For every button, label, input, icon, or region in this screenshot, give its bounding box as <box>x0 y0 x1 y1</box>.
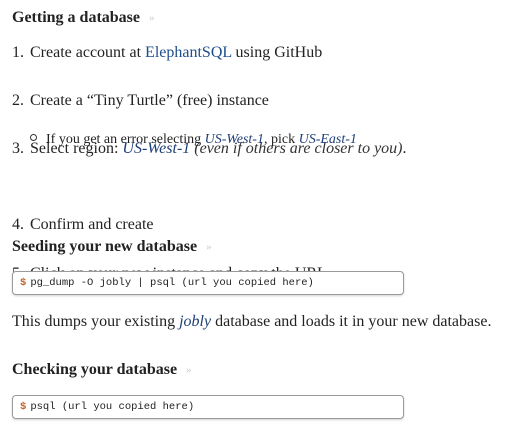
shell-prompt: $ <box>20 277 27 289</box>
step-number: 1. <box>12 44 24 61</box>
seeding-description: This dumps your existing jobly database … <box>12 312 491 332</box>
para-prefix: This dumps your existing <box>12 313 180 330</box>
code-command: pg_dump -O jobly | psql (url you copied … <box>30 277 314 289</box>
para-suffix: database and loads it in your new databa… <box>211 313 492 330</box>
section-anchor-link[interactable]: » <box>186 364 192 376</box>
region-name: US-East-1 <box>298 132 357 147</box>
code-block-pg-dump[interactable]: $ pg_dump -O jobly | psql (url you copied… <box>12 271 404 295</box>
circle-bullet-icon <box>30 134 37 141</box>
heading-text: Getting a database <box>12 9 140 26</box>
step-text-suffix: using GitHub <box>231 44 323 61</box>
step-number: 4. <box>12 216 24 233</box>
heading-getting-a-database: Getting a database » <box>12 9 155 27</box>
step-text: Create a “Tiny Turtle” (free) instance <box>30 92 269 109</box>
step-item-1: 1. Create account at ElephantSQL using Gi… <box>12 43 407 63</box>
step-text-suffix: . <box>402 140 407 157</box>
sub-text-mid: , pick <box>263 132 299 147</box>
heading-checking-your-database: Checking your database » <box>12 361 192 379</box>
step-item-2: 2. Create a “Tiny Turtle” (free) instance <box>12 91 407 111</box>
heading-text: Checking your database <box>12 361 178 378</box>
shell-prompt: $ <box>20 401 27 413</box>
code-command: psql (url you copied here) <box>30 401 195 413</box>
sub-text-prefix: If you get an error selecting <box>46 132 205 147</box>
heading-text: Seeding your new database <box>12 238 198 255</box>
sub-item-region-error: If you get an error selecting US-West-1,… <box>30 131 357 149</box>
section-anchor-link[interactable]: » <box>149 12 155 24</box>
page: Getting a database » 1. Create account at … <box>0 0 519 436</box>
step-number: 3. <box>12 140 24 157</box>
steps-list: 1. Create account at ElephantSQL using Gi… <box>12 43 407 282</box>
section-anchor-link[interactable]: » <box>206 241 212 253</box>
step-number: 2. <box>12 92 24 109</box>
step-text-prefix: Create account at <box>30 44 146 61</box>
step-text: Confirm and create <box>30 216 154 233</box>
elephantsql-link[interactable]: ElephantSQL <box>145 44 232 61</box>
step-item-4: 4. Confirm and create <box>12 215 407 235</box>
region-name: US-West-1 <box>204 132 264 147</box>
database-name: jobly <box>179 313 212 330</box>
heading-seeding-your-new-database: Seeding your new database » <box>12 238 212 256</box>
code-block-psql[interactable]: $ psql (url you copied here) <box>12 395 404 419</box>
